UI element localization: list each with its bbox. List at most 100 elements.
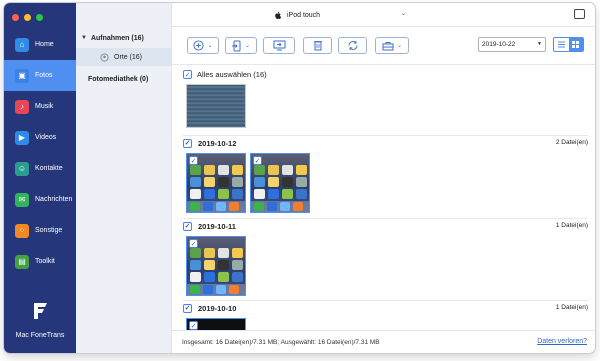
date-section: ✓ 2019-10-12 2 Datei(en) ✓ ✓: [183, 135, 588, 213]
window-controls: [12, 14, 43, 21]
fonetrans-logo-icon: [34, 303, 47, 319]
export-to-device-button[interactable]: ⌄: [225, 37, 257, 54]
select-all-checkbox[interactable]: ✓: [183, 70, 192, 79]
tree-group-label: Aufnahmen (16): [90, 34, 144, 42]
device-selector[interactable]: iPod touch ⌄: [274, 7, 406, 23]
chevron-down-icon: ⌄: [244, 43, 251, 49]
photo-grid-top: [186, 84, 246, 128]
section-checkbox[interactable]: ✓: [183, 221, 192, 231]
sidebar-item-label: Fotos: [35, 72, 53, 79]
album-tree: ▼ Aufnahmen (16) Orte (16) Fotomediathek…: [76, 3, 172, 353]
view-toggle: [553, 37, 584, 52]
sidebar-item-kontakte[interactable]: ☺ Kontakte: [4, 153, 76, 184]
sidebar-nav: ⌂ Home ▣ Fotos ♪ Musik ▶ Videos ☺ Kontakte ✉ Nachri…: [4, 29, 76, 277]
zoom-window-button[interactable]: [36, 14, 43, 21]
toolbox-button[interactable]: ⌄: [375, 37, 409, 54]
apple-icon: [275, 11, 282, 19]
toolbox-icon: [382, 41, 394, 50]
sidebar-item-label: Musik: [35, 103, 54, 110]
trash-icon: [313, 41, 322, 51]
sidebar: ⌂ Home ▣ Fotos ♪ Musik ▶ Videos ☺ Kontakte ✉ Nachri…: [4, 3, 76, 353]
sidebar-item-label: Videos: [35, 134, 57, 141]
sidebar-item-sonstige[interactable]: ⁘ Sonstige: [4, 215, 76, 246]
sidebar-item-fotos[interactable]: ▣ Fotos: [4, 60, 76, 91]
data-lost-link[interactable]: Daten verloren?: [537, 338, 587, 345]
select-all[interactable]: ✓ Alles auswählen (16): [183, 70, 267, 79]
add-icon: [193, 40, 205, 51]
section-header: ✓ 2019-10-11: [183, 219, 588, 233]
list-view-button[interactable]: [554, 38, 569, 51]
selection-summary: Insgesamt: 16 Datei(en)/7.31 MB; Ausgewä…: [182, 338, 380, 346]
section-checkbox[interactable]: ✓: [183, 138, 192, 148]
chevron-down-icon: ⌄: [400, 11, 406, 17]
section-file-count: 1 Datei(en): [555, 304, 588, 311]
photo-checkbox[interactable]: ✓: [189, 156, 198, 165]
tree-item-orte[interactable]: Orte (16): [76, 48, 171, 66]
computer-export-icon: [273, 40, 285, 51]
sidebar-item-videos[interactable]: ▶ Videos: [4, 122, 76, 153]
sidebar-item-label: Sonstige: [35, 227, 63, 234]
toolbar: ⌄ ⌄ ⌄ 2019-10-22 ▼: [172, 27, 595, 65]
sidebar-item-nachrichten[interactable]: ✉ Nachrichten: [4, 184, 76, 215]
delete-button[interactable]: [303, 37, 332, 54]
photo-thumbnail[interactable]: ✓: [250, 153, 310, 213]
chevron-down-icon: ⌄: [207, 43, 213, 49]
section-header: ✓ 2019-10-12: [183, 136, 588, 150]
caret-down-icon[interactable]: ▼: [81, 35, 87, 41]
sidebar-item-home[interactable]: ⌂ Home: [4, 29, 76, 60]
photo-checkbox[interactable]: ✓: [189, 239, 198, 248]
sidebar-item-musik[interactable]: ♪ Musik: [4, 91, 76, 122]
grid-view-button[interactable]: [568, 38, 583, 51]
section-checkbox[interactable]: ✓: [183, 303, 192, 313]
tree-item-label: Orte (16): [114, 53, 143, 61]
close-window-button[interactable]: [12, 14, 19, 21]
tree-group-aufnahmen[interactable]: ▼ Aufnahmen (16): [76, 31, 171, 45]
toolkit-icon: ▤: [15, 254, 29, 269]
section-header: ✓ 2019-10-10: [183, 301, 588, 315]
date-filter-select[interactable]: 2019-10-22 ▼: [478, 37, 546, 52]
title-bar: iPod touch ⌄: [172, 3, 595, 27]
other-icon: ⁘: [15, 223, 29, 238]
section-date: 2019-10-12: [198, 138, 237, 148]
photo-thumbnail[interactable]: ✓: [186, 318, 246, 330]
video-icon: ▶: [15, 130, 29, 145]
chevron-down-icon: ⌄: [396, 43, 403, 49]
photo-content: ✓ Alles auswählen (16) ✓ 2019-10-12 2 Da…: [172, 65, 595, 330]
caret-down-icon: ▼: [537, 41, 542, 47]
brand-name: Mac FoneTrans: [15, 332, 65, 339]
date-section: ✓ 2019-10-11 1 Datei(en) ✓: [183, 218, 588, 296]
select-all-label: Alles auswählen (16): [197, 70, 267, 79]
photo-checkbox[interactable]: ✓: [253, 156, 262, 165]
sidebar-item-label: Nachrichten: [35, 196, 73, 203]
sidebar-item-label: Toolkit: [35, 258, 55, 265]
sidebar-item-label: Kontakte: [35, 165, 63, 172]
contacts-icon: ☺: [15, 161, 29, 176]
photo-checkbox[interactable]: ✓: [189, 321, 198, 330]
section-file-count: 2 Datei(en): [555, 139, 588, 146]
status-bar: Insgesamt: 16 Datei(en)/7.31 MB; Ausgewä…: [172, 330, 595, 353]
photo-thumbnail[interactable]: [186, 84, 246, 128]
messages-icon: ✉: [15, 192, 29, 207]
feedback-icon[interactable]: [574, 9, 585, 19]
section-date: 2019-10-10: [198, 303, 237, 313]
sidebar-item-label: Home: [35, 41, 54, 48]
refresh-button[interactable]: [338, 37, 367, 54]
sidebar-item-toolkit[interactable]: ▤ Toolkit: [4, 246, 76, 277]
section-date: 2019-10-11: [198, 221, 236, 231]
date-section: ✓ 2019-10-10 1 Datei(en) ✓: [183, 300, 588, 330]
add-button[interactable]: ⌄: [187, 37, 219, 54]
refresh-icon: [348, 41, 357, 50]
photo-thumbnail[interactable]: ✓: [186, 153, 246, 213]
photos-icon: ▣: [15, 68, 29, 83]
minimize-window-button[interactable]: [24, 14, 31, 21]
brand: Mac FoneTrans: [4, 300, 76, 339]
list-view-icon: [557, 41, 565, 48]
location-icon: [100, 52, 109, 62]
grid-view-icon: [572, 41, 580, 48]
export-to-pc-button[interactable]: [263, 37, 295, 54]
tree-item-fotomediathek[interactable]: Fotomediathek (0): [76, 76, 171, 83]
app-window: ⌂ Home ▣ Fotos ♪ Musik ▶ Videos ☺ Kontakte ✉ Nachri…: [4, 3, 595, 353]
section-file-count: 1 Datei(en): [555, 222, 588, 229]
device-name: iPod touch: [287, 11, 321, 19]
photo-thumbnail[interactable]: ✓: [186, 236, 246, 296]
